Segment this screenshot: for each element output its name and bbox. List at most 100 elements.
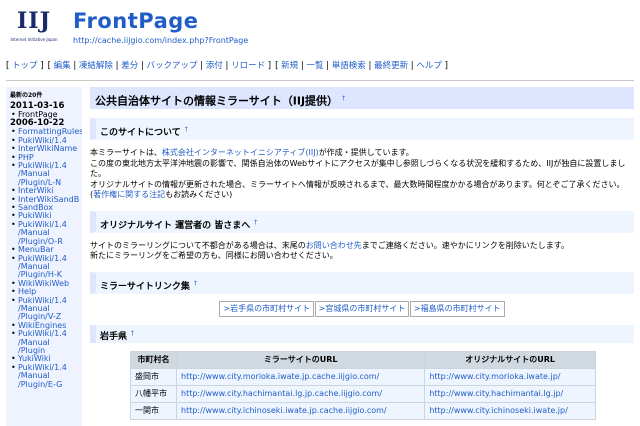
site-header: IIJ Internet Initiative Japan FrontPage … bbox=[0, 0, 640, 56]
navbar-item[interactable]: 凍結解除 bbox=[79, 61, 113, 71]
section-about-title: このサイトについて bbox=[100, 128, 181, 138]
navbar-item[interactable]: バックアップ bbox=[147, 61, 198, 71]
sidebar-item-label: PukiWiki/1.4 /Manual /Plugin/E-G bbox=[18, 362, 67, 389]
heading-anchor[interactable]: † bbox=[342, 95, 345, 102]
section-about-heading: このサイトについて † bbox=[90, 118, 634, 140]
iij-logo[interactable]: IIJ Internet Initiative Japan bbox=[6, 9, 62, 53]
url-cell: http://www.city.ichinoseki.iwate.jp/ bbox=[424, 401, 596, 420]
mirror-url-link[interactable]: http://www.city.ichinoseki.iwate.jp.cach… bbox=[181, 406, 387, 415]
url-cell: http://www.city.morioka.iwate.jp/ bbox=[424, 367, 596, 386]
table-row: 八幡平市 http://www.city.hachimantai.lg.jp.ca… bbox=[130, 384, 596, 403]
navbar-item[interactable]: 編集 bbox=[54, 61, 71, 71]
sidebar-item-label: PukiWiki/1.4 /Manual /Plugin bbox=[18, 329, 67, 355]
navbar-item[interactable]: 単語検索 bbox=[332, 61, 366, 71]
about-paragraph: 本ミラーサイトは、株式会社インターネットイニシアティブ(IIJ)が作成・提供して… bbox=[90, 148, 634, 201]
original-url-link[interactable]: http://www.city.hachimantai.lg.jp/ bbox=[429, 389, 563, 398]
sidebar-item[interactable]: PukiWiki/1.4 /Manual /Plugin/O-R bbox=[10, 220, 82, 246]
mirror-url-link[interactable]: http://www.city.morioka.iwate.jp.cache.i… bbox=[181, 372, 379, 381]
operators-text: までご連絡ください。速やかにリンクを削除いたします。 bbox=[361, 240, 569, 250]
navbar-divider bbox=[6, 80, 634, 81]
url-cell: http://www.city.hachimantai.lg.jp.cache.… bbox=[175, 384, 426, 403]
city-name-cell: 盛岡市 bbox=[135, 372, 159, 381]
contact-link[interactable]: お問い合わせ先 bbox=[306, 241, 362, 250]
column-header-mirror: ミラーサイトのURL bbox=[175, 350, 426, 369]
iij-company-link[interactable]: 株式会社インターネットイニシアティブ(IIJ) bbox=[162, 148, 319, 157]
navbar-separator: | bbox=[70, 61, 79, 71]
about-text: 本ミラーサイトは、 bbox=[90, 148, 162, 157]
navbar-separator: | bbox=[323, 61, 332, 71]
page-title[interactable]: FrontPage bbox=[73, 8, 199, 34]
about-text: この度の東北地方太平洋沖地震の影響で、関係自治体のWebサイトにアクセスが集中し… bbox=[90, 158, 626, 179]
section-iwate-title: 岩手県 bbox=[100, 331, 128, 342]
table-header-row: 市町村名 ミラーサイトのURL オリジナルサイトのURL bbox=[130, 350, 596, 369]
heading-anchor[interactable]: † bbox=[254, 219, 257, 226]
heading-anchor[interactable]: † bbox=[185, 126, 188, 133]
page-url[interactable]: http://cache.iijgio.com/index.php?FrontP… bbox=[73, 36, 248, 45]
city-name-cell: 八幡平市 bbox=[130, 384, 177, 403]
original-url-link[interactable]: http://www.city.ichinoseki.iwate.jp/ bbox=[429, 406, 567, 415]
operators-paragraph: サイトのミラーリングについて不都合がある場合は、末尾のお問い合わせ先までご連絡く… bbox=[90, 241, 634, 262]
navbar-item[interactable]: リロード bbox=[231, 61, 265, 71]
navbar-item[interactable]: ヘルプ bbox=[416, 61, 442, 71]
navbar-item[interactable]: 差分 bbox=[121, 61, 138, 71]
navbar-separator: | bbox=[222, 61, 232, 71]
sidebar-item: FrontPage bbox=[10, 110, 82, 120]
heading-anchor[interactable]: † bbox=[194, 280, 197, 287]
fukushima-link-button[interactable]: >福島県の市町村サイト bbox=[409, 300, 505, 317]
sidebar-item[interactable]: PukiWiki/1.4 /Manual /Plugin/E-G bbox=[10, 362, 82, 389]
section-mirror-links-title: ミラーサイトリンク集 bbox=[100, 281, 190, 292]
navbar-item[interactable]: 最終更新 bbox=[374, 61, 408, 71]
navbar-group: [ トップ ] bbox=[6, 60, 44, 72]
mirror-url-link[interactable]: http://www.city.hachimantai.lg.jp.cache.… bbox=[181, 389, 382, 398]
sidebar-list: FrontPage bbox=[6, 110, 82, 120]
sidebar-item[interactable]: PukiWiki/1.4 /Manual /Plugin/H-K bbox=[10, 254, 82, 280]
url-cell: http://www.city.morioka.iwate.jp.cache.i… bbox=[175, 367, 426, 386]
prefecture-link-bar: >岩手県の市町村サイト >宮城県の市町村サイト >福島県の市町村サイト bbox=[90, 300, 634, 317]
section-operators-heading: オリジナルサイト 運営者の 皆さまへ † bbox=[90, 210, 634, 233]
about-text: が作成・提供しています。 bbox=[318, 148, 414, 157]
navbar-separator: | bbox=[138, 61, 147, 71]
navbar-item[interactable]: 新規 bbox=[281, 61, 298, 71]
navbar-item[interactable]: トップ bbox=[12, 61, 38, 71]
section-mirror-links-heading: ミラーサイトリンク集 † bbox=[90, 271, 634, 294]
city-name-cell: 一関市 bbox=[135, 406, 159, 415]
sidebar-item[interactable]: PukiWiki/1.4 /Manual /Plugin bbox=[10, 329, 82, 355]
navigation-bar: [ トップ ] [ 編集 | 凍結解除 | 差分 | バックアップ | 添付 | … bbox=[6, 60, 634, 72]
content-heading-text: 公共自治体サイトの情報ミラーサイト（IIJ提供） bbox=[95, 94, 339, 108]
navbar-group: [ 新規 | 一覧 | 単語検索 | 最終更新 | ヘルプ ] bbox=[275, 60, 448, 72]
sidebar-item[interactable]: PukiWiki/1.4 /Manual /Plugin/V-Z bbox=[10, 295, 82, 322]
navbar-item[interactable]: 添付 bbox=[206, 61, 223, 71]
iwate-city-table: 市町村名 ミラーサイトのURL オリジナルサイトのURL 盛岡市 http://w… bbox=[130, 350, 596, 420]
about-text: もお読みください) bbox=[165, 190, 233, 199]
column-header-city: 市町村名 bbox=[130, 350, 177, 369]
main-content: 公共自治体サイトの情報ミラーサイト（IIJ提供） † このサイトについて † 本ミラ… bbox=[90, 87, 634, 426]
miyagi-link-button[interactable]: >宮城県の市町村サイト bbox=[314, 300, 410, 317]
navbar-separator: | bbox=[112, 61, 122, 71]
navbar-separator: | bbox=[365, 61, 375, 71]
sidebar-title: 最新の20件 bbox=[10, 92, 43, 99]
navbar-group: [ 編集 | 凍結解除 | 差分 | バックアップ | 添付 | リロード ] bbox=[48, 60, 272, 72]
navbar-bracket: ] bbox=[37, 61, 44, 71]
url-cell: http://www.city.hachimantai.lg.jp/ bbox=[424, 384, 596, 403]
city-name-cell: 八幡平市 bbox=[135, 389, 167, 398]
heading-anchor[interactable]: † bbox=[131, 330, 134, 337]
sidebar-item-label: PukiWiki/1.4 /Manual /Plugin/V-Z bbox=[18, 295, 67, 322]
original-url-link[interactable]: http://www.city.morioka.iwate.jp/ bbox=[429, 372, 560, 381]
table-row: 盛岡市 http://www.city.morioka.iwate.jp.cach… bbox=[130, 367, 596, 386]
iwate-link-button[interactable]: >岩手県の市町村サイト bbox=[219, 300, 315, 317]
operators-text: 新たにミラーリングをご希望の方も、同様にお問い合わせください。 bbox=[90, 251, 338, 260]
navbar-separator: | bbox=[197, 61, 206, 71]
copyright-notice-link[interactable]: 著作権に関する注記 bbox=[93, 190, 165, 199]
navbar-item[interactable]: 一覧 bbox=[306, 61, 323, 71]
about-text: オリジナルサイトの情報が更新された場合、ミラーサイトへ情報が反映されるまで、最大… bbox=[90, 179, 625, 189]
section-operators-title: オリジナルサイト 運営者の 皆さまへ bbox=[100, 220, 251, 231]
sidebar-item[interactable]: PukiWiki/1.4 /Manual /Plugin/L-N bbox=[10, 161, 82, 187]
content-heading: 公共自治体サイトの情報ミラーサイト（IIJ提供） † bbox=[90, 87, 634, 109]
recent-changes-sidebar: 最新の20件 2011-03-16 FrontPage 2006-10-22 F… bbox=[6, 87, 82, 426]
column-header-original: オリジナルサイトのURL bbox=[424, 350, 596, 369]
city-name-cell: 盛岡市 bbox=[130, 367, 177, 386]
sidebar-list: FormattingRulesPukiWiki/1.4InterWikiName… bbox=[6, 128, 82, 389]
sidebar-item-label: PukiWiki/1.4 /Manual /Plugin/L-N bbox=[18, 161, 67, 187]
sidebar-item-label: FrontPage bbox=[18, 110, 58, 119]
operators-text: サイトのミラーリングについて不都合がある場合は、末尾の bbox=[90, 240, 306, 250]
